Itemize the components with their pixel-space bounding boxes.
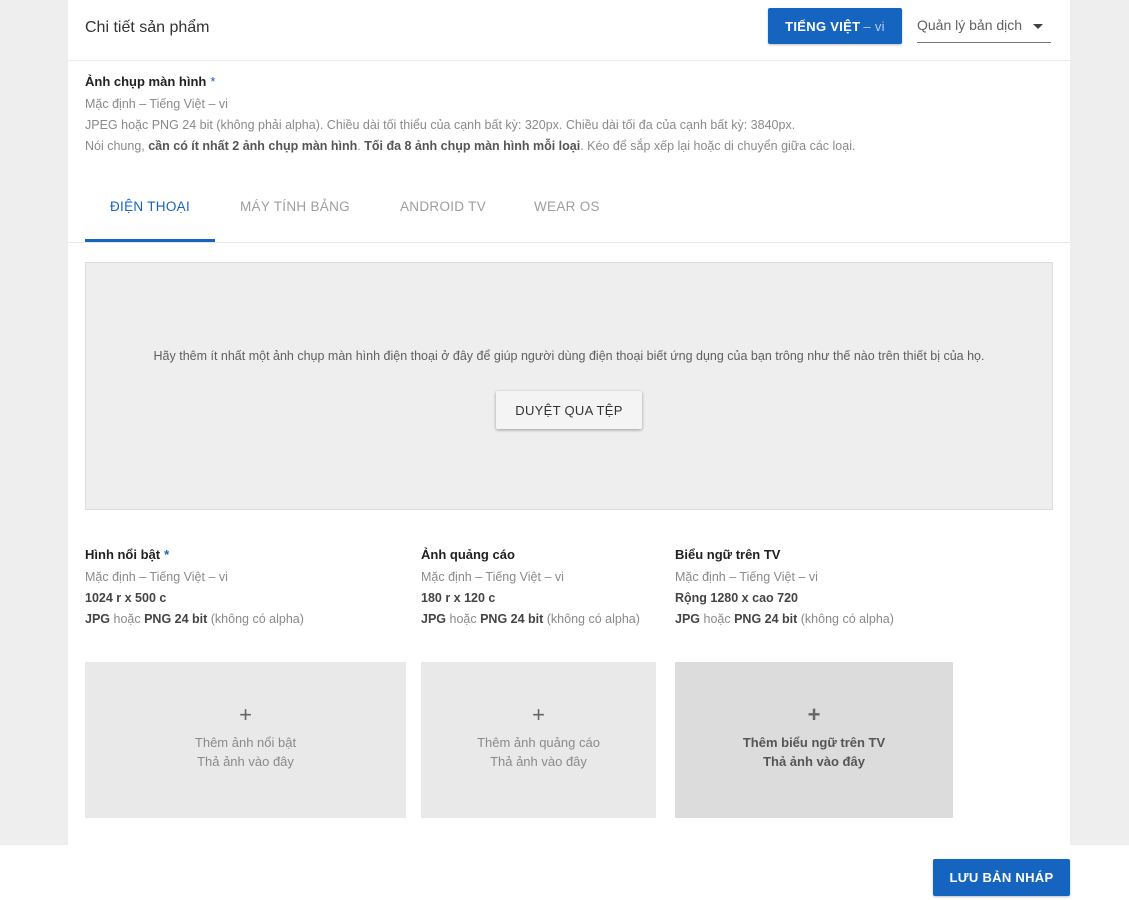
feature-graphic-info: Hình nổi bật * Mặc định – Tiếng Việt – vi…: [85, 547, 304, 630]
store-listing-card: Chi tiết sản phẩm TIẾNG VIỆT – vi Quản l…: [68, 0, 1070, 845]
feature-graphic-dropzone[interactable]: + Thêm ảnh nổi bật Thả ảnh vào đây: [85, 662, 406, 818]
plus-icon: +: [807, 702, 821, 727]
feature-graphic-add-label: Thêm ảnh nổi bật: [194, 735, 297, 750]
format-note: (không có alpha): [797, 612, 894, 626]
tv-banner-size: Rộng 1280 x cao 720: [675, 591, 798, 605]
screenshots-section-header: Ảnh chụp màn hình * Mặc định – Tiếng Việt…: [85, 74, 855, 157]
screenshot-dropzone[interactable]: Hãy thêm ít nhất một ảnh chụp màn hình đ…: [85, 262, 1053, 510]
tv-banner-add-label: Thêm biểu ngữ trên TV: [742, 735, 886, 750]
tv-banner-format: JPG hoặc PNG 24 bit (không có alpha): [675, 609, 894, 630]
tv-banner-info: Biểu ngữ trên TV Mặc định – Tiếng Việt –…: [675, 547, 894, 630]
tab-wear-os[interactable]: WEAR OS: [534, 199, 600, 214]
browse-files-button[interactable]: DUYỆT QUA TỆP: [496, 391, 642, 429]
format-or: hoặc: [110, 612, 145, 626]
language-button[interactable]: TIẾNG VIỆT – vi: [768, 8, 902, 44]
promo-graphic-add-label: Thêm ảnh quảng cáo: [477, 735, 600, 750]
feature-graphic-title: Hình nổi bật: [85, 547, 161, 562]
caret-down-icon: [1033, 24, 1043, 29]
language-button-label: TIẾNG VIỆT: [785, 18, 861, 34]
promo-graphic-format: JPG hoặc PNG 24 bit (không có alpha): [421, 609, 640, 630]
feature-graphic-size: 1024 r x 500 c: [85, 591, 167, 605]
format-jpg: JPG: [85, 612, 111, 626]
format-jpg: JPG: [675, 612, 701, 626]
tv-banner-title: Biểu ngữ trên TV: [675, 547, 781, 562]
required-mark: *: [210, 74, 216, 89]
tv-banner-drop-label: Thả ảnh vào đây: [763, 754, 865, 769]
feature-graphic-default-lang: Mặc định – Tiếng Việt – vi: [85, 570, 228, 584]
promo-graphic-title: Ảnh quảng cáo: [421, 547, 515, 562]
device-tabs: ĐIỆN THOẠI MÁY TÍNH BẢNG ANDROID TV WEAR…: [68, 180, 1070, 243]
format-jpg: JPG: [421, 612, 447, 626]
active-tab-indicator: [85, 239, 215, 242]
screenshots-note-max: Tối đa 8 ảnh chụp màn hình mỗi loại: [364, 139, 581, 153]
screenshots-note: Nói chung, cần có ít nhất 2 ảnh chụp màn…: [85, 136, 855, 157]
tv-banner-dropzone[interactable]: + Thêm biểu ngữ trên TV Thả ảnh vào đây: [675, 662, 953, 818]
card-header: Chi tiết sản phẩm TIẾNG VIỆT – vi Quản l…: [68, 0, 1070, 61]
format-note: (không có alpha): [543, 612, 640, 626]
tv-banner-default-lang: Mặc định – Tiếng Việt – vi: [675, 570, 818, 584]
screenshots-default-lang: Mặc định – Tiếng Việt – vi: [85, 97, 228, 111]
tab-phone[interactable]: ĐIỆN THOẠI: [110, 199, 190, 214]
format-or: hoặc: [446, 612, 481, 626]
format-note: (không có alpha): [207, 612, 304, 626]
promo-graphic-size: 180 r x 120 c: [421, 591, 496, 605]
manage-translations-label: Quản lý bản dịch: [917, 17, 1023, 33]
format-or: hoặc: [700, 612, 735, 626]
manage-translations-dropdown[interactable]: Quản lý bản dịch: [917, 10, 1051, 43]
feature-graphic-format: JPG hoặc PNG 24 bit (không có alpha): [85, 609, 304, 630]
screenshots-note-suffix: . Kéo để sắp xếp lại hoặc di chuyển giữa…: [580, 139, 856, 153]
promo-graphic-dropzone[interactable]: + Thêm ảnh quảng cáo Thả ảnh vào đây: [421, 662, 656, 818]
page-title: Chi tiết sản phẩm: [85, 19, 210, 36]
plus-icon: +: [532, 702, 545, 727]
language-button-code: – vi: [863, 18, 885, 34]
promo-graphic-info: Ảnh quảng cáo Mặc định – Tiếng Việt – vi…: [421, 547, 640, 630]
promo-graphic-default-lang: Mặc định – Tiếng Việt – vi: [421, 570, 564, 584]
dropzone-message: Hãy thêm ít nhất một ảnh chụp màn hình đ…: [153, 349, 985, 363]
screenshots-label: Ảnh chụp màn hình: [85, 74, 207, 89]
promo-graphic-drop-label: Thả ảnh vào đây: [490, 754, 587, 769]
feature-graphic-drop-label: Thả ảnh vào đây: [197, 754, 294, 769]
tab-android-tv[interactable]: ANDROID TV: [400, 199, 486, 214]
tab-tablet[interactable]: MÁY TÍNH BẢNG: [240, 199, 350, 214]
save-draft-button[interactable]: LƯU BẢN NHÁP: [933, 859, 1070, 896]
plus-icon: +: [239, 702, 252, 727]
format-png: PNG 24 bit: [144, 612, 208, 626]
screenshots-note-min: cần có ít nhất 2 ảnh chụp màn hình: [148, 139, 358, 153]
screenshots-note-prefix: Nói chung,: [85, 139, 149, 153]
format-png: PNG 24 bit: [734, 612, 798, 626]
screenshots-spec: JPEG hoặc PNG 24 bit (không phải alpha).…: [85, 118, 796, 132]
required-mark: *: [164, 547, 170, 562]
format-png: PNG 24 bit: [480, 612, 544, 626]
